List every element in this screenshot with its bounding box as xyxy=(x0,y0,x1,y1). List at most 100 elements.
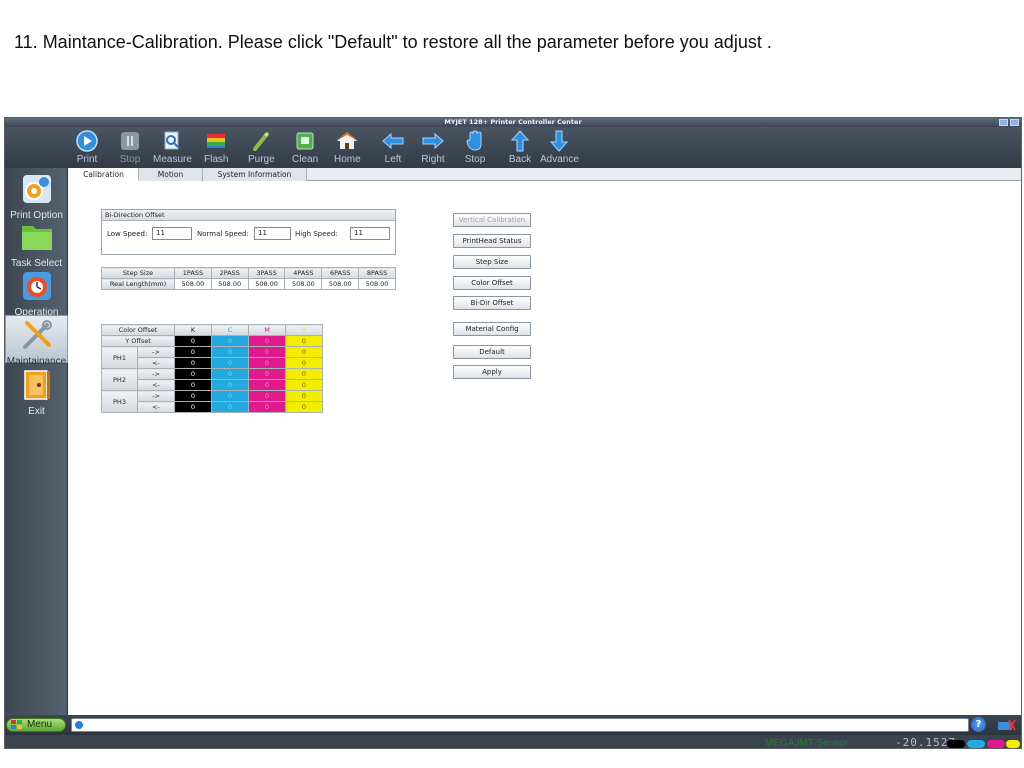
offset-cell-c[interactable]: 0 xyxy=(211,401,249,413)
color-offset-header: Color Offset xyxy=(101,324,175,336)
arrow-right-icon xyxy=(421,129,445,153)
tab-motion[interactable]: Motion xyxy=(139,168,203,181)
sidebar-item-operation[interactable]: Operation xyxy=(5,267,68,318)
tab-system-information[interactable]: System Information xyxy=(203,168,307,181)
menu-logo-icon xyxy=(11,720,22,729)
color-header-c: C xyxy=(211,324,249,336)
offset-cell-c[interactable]: 0 xyxy=(211,390,249,402)
tray-icon[interactable] xyxy=(997,718,1017,732)
clean-button[interactable]: Clean xyxy=(292,129,318,165)
color-offset-button[interactable]: Color Offset xyxy=(453,276,531,290)
back-button[interactable]: Back xyxy=(508,129,532,165)
folder-icon xyxy=(21,226,52,250)
offset-cell-m[interactable]: 0 xyxy=(248,401,286,413)
purge-button[interactable]: Purge xyxy=(248,129,275,165)
printhead-status-button[interactable]: PrintHead Status xyxy=(453,234,531,248)
measure-icon xyxy=(160,129,184,153)
help-icon[interactable]: ? xyxy=(971,717,986,732)
step-size-table: Step Size 1PASS 2PASS 3PASS 4PASS 6PASS … xyxy=(101,267,396,290)
close-button[interactable] xyxy=(1010,119,1019,126)
step-size-button[interactable]: Step Size xyxy=(453,255,531,269)
low-speed-input[interactable]: 11 xyxy=(152,227,192,240)
offset-cell-m[interactable]: 0 xyxy=(248,357,286,369)
arrow-left-icon xyxy=(381,129,405,153)
offset-cell-k[interactable]: 0 xyxy=(174,379,212,391)
offset-cell-c[interactable]: 0 xyxy=(211,335,249,347)
tab-calibration[interactable]: Calibration xyxy=(69,168,139,181)
stop-motion-button[interactable]: Stop xyxy=(463,129,487,165)
offset-cell-m[interactable]: 0 xyxy=(248,346,286,358)
offset-cell-y[interactable]: 0 xyxy=(285,346,323,358)
ink-m-indicator xyxy=(987,740,1005,748)
offset-cell-y[interactable]: 0 xyxy=(285,401,323,413)
offset-cell-y[interactable]: 0 xyxy=(285,390,323,402)
real-length-cell[interactable]: 508.00 xyxy=(174,278,212,290)
offset-cell-k[interactable]: 0 xyxy=(174,335,212,347)
pass-header: 3PASS xyxy=(247,267,286,279)
bi-dir-offset-button[interactable]: Bi-Dir Offset xyxy=(453,296,531,310)
home-button[interactable]: Home xyxy=(334,129,361,165)
low-speed-label: Low Speed: xyxy=(107,230,148,238)
high-speed-input[interactable]: 11 xyxy=(350,227,390,240)
default-button[interactable]: Default xyxy=(453,345,531,359)
left-button[interactable]: Left xyxy=(381,129,405,165)
offset-cell-k[interactable]: 0 xyxy=(174,357,212,369)
normal-speed-input[interactable]: 11 xyxy=(254,227,291,240)
minimize-button[interactable] xyxy=(999,119,1008,126)
sidebar-item-maintainance[interactable]: Maintainance xyxy=(5,315,68,367)
offset-cell-m[interactable]: 0 xyxy=(248,379,286,391)
real-length-cell[interactable]: 508.00 xyxy=(358,278,396,290)
offset-cell-y[interactable]: 0 xyxy=(285,335,323,347)
offset-cell-k[interactable]: 0 xyxy=(174,346,212,358)
offset-cell-m[interactable]: 0 xyxy=(248,335,286,347)
window-controls xyxy=(999,119,1019,126)
app-window: MYJET 128+ Printer Controller Center Pri… xyxy=(4,117,1022,749)
offset-cell-m[interactable]: 0 xyxy=(248,368,286,380)
stop-button[interactable]: Stop xyxy=(118,129,142,165)
offset-cell-k[interactable]: 0 xyxy=(174,368,212,380)
offset-cell-c[interactable]: 0 xyxy=(211,379,249,391)
ph2-label: PH2 xyxy=(101,368,138,391)
hand-stop-icon xyxy=(463,129,487,153)
offset-cell-k[interactable]: 0 xyxy=(174,390,212,402)
operation-icon xyxy=(22,272,51,300)
vertical-calibration-button[interactable]: Vertical Calibration xyxy=(453,213,531,227)
pass-header: 8PASS xyxy=(358,267,396,279)
apply-button[interactable]: Apply xyxy=(453,365,531,379)
flash-button[interactable]: Flash xyxy=(204,129,228,165)
real-length-cell[interactable]: 508.00 xyxy=(210,278,249,290)
real-length-label: Real Length(mm) xyxy=(101,278,175,290)
real-length-cell[interactable]: 508.00 xyxy=(247,278,286,290)
menu-button[interactable]: Menu xyxy=(6,718,66,732)
page-caption: 11. Maintance-Calibration. Please click … xyxy=(14,32,772,52)
offset-cell-m[interactable]: 0 xyxy=(248,390,286,402)
bi-direction-offset-title: Bi-Direction Offset xyxy=(102,210,395,221)
exit-icon xyxy=(23,370,50,400)
step-size-header: Step Size xyxy=(101,267,175,279)
print-button[interactable]: Print xyxy=(75,129,99,165)
right-button[interactable]: Right xyxy=(421,129,445,165)
offset-cell-k[interactable]: 0 xyxy=(174,401,212,413)
offset-cell-c[interactable]: 0 xyxy=(211,368,249,380)
offset-cell-y[interactable]: 0 xyxy=(285,357,323,369)
ph2-forward-row: PH2 -> 0 0 0 0 xyxy=(101,368,323,391)
sidebar-item-exit[interactable]: Exit xyxy=(5,366,68,417)
sidebar-item-task-select[interactable]: Task Select xyxy=(5,218,68,269)
offset-cell-y[interactable]: 0 xyxy=(285,368,323,380)
calibration-panel: Bi-Direction Offset Low Speed: 11 Normal… xyxy=(69,182,1021,715)
advance-button[interactable]: Advance xyxy=(540,129,579,165)
measure-button[interactable]: Measure xyxy=(153,129,192,165)
real-length-cell[interactable]: 508.00 xyxy=(284,278,323,290)
offset-cell-y[interactable]: 0 xyxy=(285,379,323,391)
offset-cell-c[interactable]: 0 xyxy=(211,357,249,369)
ph3-forward-row: PH3 -> 0 0 0 0 xyxy=(101,390,323,413)
status-bar: Menu ? xyxy=(5,715,1021,735)
sidebar-item-print-option[interactable]: Print Option xyxy=(5,170,68,221)
material-config-button[interactable]: Material Config xyxy=(453,322,531,336)
step-size-header-row: Step Size 1PASS 2PASS 3PASS 4PASS 6PASS … xyxy=(101,267,396,279)
offset-cell-c[interactable]: 0 xyxy=(211,346,249,358)
flash-icon xyxy=(204,129,228,153)
color-offset-header-row: Color Offset K C M Y xyxy=(101,324,323,336)
ph1-label: PH1 xyxy=(101,346,138,369)
real-length-cell[interactable]: 508.00 xyxy=(321,278,360,290)
